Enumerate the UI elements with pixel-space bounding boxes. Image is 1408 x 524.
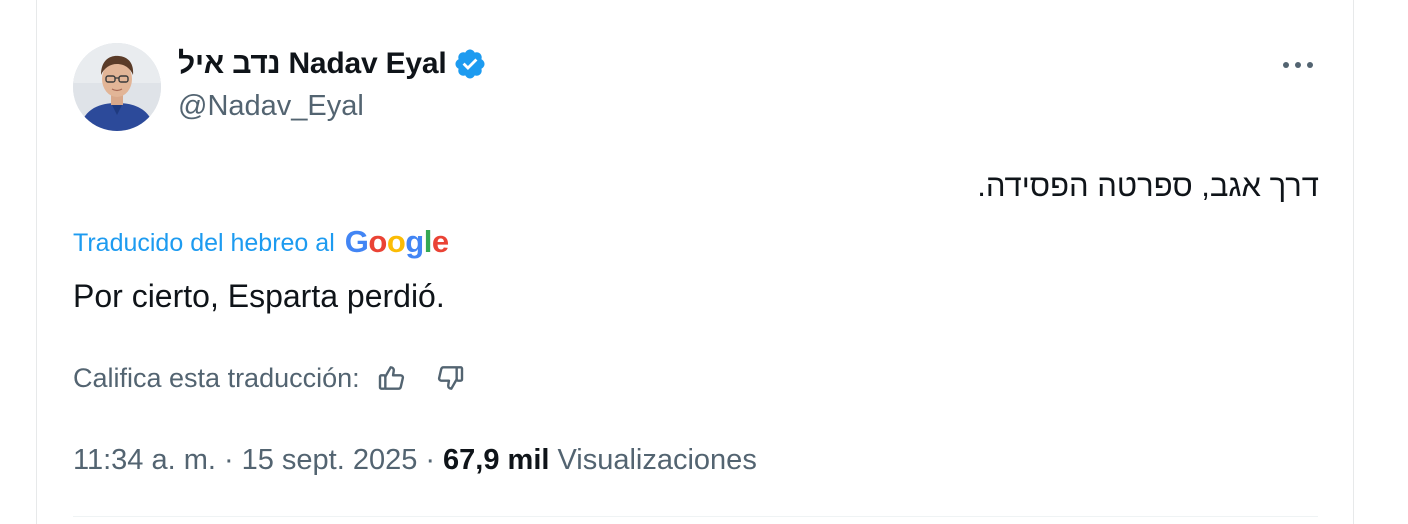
rate-translation-label: Califica esta traducción: [73, 362, 360, 393]
rate-translation-row: Califica esta traducción: [73, 358, 468, 398]
tweet-time[interactable]: 11:34 a. m. [73, 444, 216, 477]
translation-attribution: Traducido del hebreo al Google [73, 224, 449, 262]
author-name-row[interactable]: נדב איל Nadav Eyal [178, 44, 487, 84]
tweet-date[interactable]: 15 sept. 2025 [242, 444, 418, 477]
author-handle[interactable]: @Nadav_Eyal [178, 90, 364, 123]
tweet-translated-text: Por cierto, Esparta perdió. [73, 278, 445, 314]
translation-label-link[interactable]: Traducido del hebreo al [73, 229, 335, 258]
tweet-original-text: דרך אגב, ספרטה הפסידה. [977, 168, 1319, 203]
verified-badge-icon[interactable] [453, 47, 487, 81]
author-display-name[interactable]: נדב איל Nadav Eyal [178, 47, 447, 81]
views-count[interactable]: 67,9 mil [443, 444, 549, 477]
more-options-icon[interactable] [1276, 50, 1320, 80]
views-label[interactable]: Visualizaciones [557, 444, 756, 477]
google-logo: Google [344, 223, 449, 259]
tweet-meta: 11:34 a. m. · 15 sept. 2025 · 67,9 mil V… [73, 440, 757, 480]
thumbs-down-icon[interactable] [432, 360, 468, 396]
divider [73, 516, 1318, 517]
meta-separator: · [223, 443, 234, 476]
thumbs-up-icon[interactable] [374, 360, 410, 396]
meta-separator: · [425, 443, 436, 476]
avatar[interactable] [73, 43, 161, 131]
